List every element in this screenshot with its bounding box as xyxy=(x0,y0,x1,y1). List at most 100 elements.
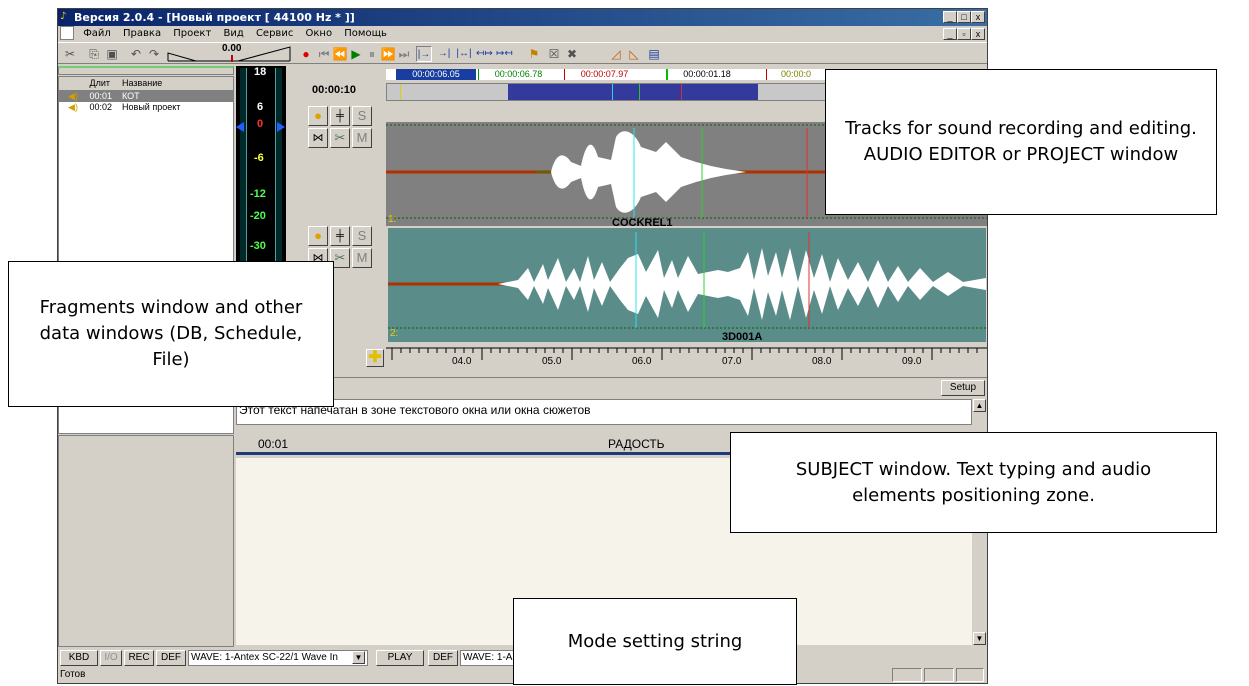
minimize-button[interactable]: _ xyxy=(943,11,957,23)
text-zone[interactable]: Этот текст напечатан в зоне текстового о… xyxy=(236,399,972,425)
join-icon[interactable]: ↦↤ xyxy=(496,46,513,62)
position-time: 00:00:10 xyxy=(312,84,357,96)
to-start-icon[interactable]: ⏮ xyxy=(316,46,332,62)
marker-4[interactable]: 00:00:01.18 xyxy=(666,69,746,80)
window-title: Версия 2.0.4 - [Новый проект [ 44100 Hz … xyxy=(74,11,355,24)
app-icon: ♪ xyxy=(60,11,67,22)
callout-tracks: Tracks for sound recording and editing. … xyxy=(825,69,1217,215)
fragment-row[interactable]: ◀) 00:02 Новый проект xyxy=(59,102,233,113)
select-range-icon[interactable]: |↔| xyxy=(456,46,472,62)
rewind-icon[interactable]: ⏪ xyxy=(332,46,348,62)
maximize-button[interactable]: □ xyxy=(957,11,971,23)
meter-tick-label: -6 xyxy=(254,152,264,164)
scroll-up-icon[interactable]: ▲ xyxy=(973,399,986,412)
track1-wave-button[interactable]: ⋈ xyxy=(308,128,328,148)
mdi-minimize-button[interactable]: _ xyxy=(943,28,957,40)
track-2[interactable]: 3D001A 2: xyxy=(386,226,987,344)
paste-icon[interactable]: ▣ xyxy=(104,46,120,62)
ruler-label: 09.0 xyxy=(902,356,922,367)
ruler-label: 08.0 xyxy=(812,356,832,367)
checkbox-icon[interactable]: ☒ xyxy=(546,46,562,62)
menu-bar: Файл Правка Проект Вид Сервис Окно Помощ… xyxy=(58,26,987,42)
overview-cursor-cyan xyxy=(612,84,613,100)
meter-marker-left xyxy=(236,122,244,132)
ruler-label: 07.0 xyxy=(722,356,742,367)
add-track-button[interactable]: ✚ xyxy=(366,349,384,367)
chevron-down-icon[interactable]: ▼ xyxy=(352,651,365,664)
meter-tick-label: 6 xyxy=(257,101,264,113)
menu-project[interactable]: Проект xyxy=(173,28,211,39)
ruler-label: 06.0 xyxy=(632,356,652,367)
menu-edit[interactable]: Правка xyxy=(123,28,161,39)
record-icon[interactable]: ● xyxy=(298,46,314,62)
track2-record-button[interactable]: ● xyxy=(308,226,328,246)
text-scrollbar[interactable]: ▲ xyxy=(973,399,986,429)
callout-subject: SUBJECT window. Text typing and audio el… xyxy=(730,432,1217,533)
track1-mute-button[interactable]: M xyxy=(352,128,372,148)
def-rec-button[interactable]: DEF xyxy=(156,650,186,666)
redo-icon[interactable]: ↷ xyxy=(146,46,162,62)
ruler-label: 04.0 xyxy=(452,356,472,367)
marker-1[interactable]: 00:00:06.05 xyxy=(396,69,476,80)
setup-button[interactable]: Setup xyxy=(941,380,985,396)
track1-volume-button[interactable]: ╪ xyxy=(330,106,350,126)
delete-icon[interactable]: ✖ xyxy=(564,46,580,62)
marker-3[interactable]: 00:00:07.97 xyxy=(564,69,644,80)
select-to-cursor-icon[interactable]: →| xyxy=(436,46,452,62)
col-duration[interactable]: Длит xyxy=(90,77,120,90)
io-button[interactable]: I/O xyxy=(100,650,122,666)
track2-mute-button[interactable]: M xyxy=(352,248,372,268)
rec-button[interactable]: REC xyxy=(124,650,154,666)
track1-solo-button[interactable]: S xyxy=(352,106,372,126)
wave-in-select[interactable]: WAVE: 1-Antex SC-22/1 Wave In xyxy=(188,650,368,666)
col-name[interactable]: Название xyxy=(122,78,162,88)
marker-2[interactable]: 00:00:06.78 xyxy=(478,69,558,80)
status-pane xyxy=(892,668,922,682)
to-end-icon[interactable]: ⏭ xyxy=(396,46,412,62)
kbd-button[interactable]: KBD xyxy=(60,650,98,666)
title-bar: ♪ Версия 2.0.4 - [Новый проект [ 44100 H… xyxy=(58,9,987,26)
overview-selection[interactable] xyxy=(508,84,758,100)
play-icon[interactable]: ▶ xyxy=(348,46,364,62)
status-pane xyxy=(924,668,954,682)
status-text: Готов xyxy=(60,669,86,680)
speaker-icon: ◀) xyxy=(68,91,78,101)
fade-out-icon[interactable]: ◺ xyxy=(626,46,642,62)
overview-cursor-yellow xyxy=(400,84,401,100)
play-mode-button[interactable]: PLAY xyxy=(376,650,424,666)
menu-service[interactable]: Сервис xyxy=(256,28,293,39)
callout-mode: Mode setting string xyxy=(513,598,797,685)
wave-out-select[interactable]: WAVE: 1-A xyxy=(460,650,520,666)
select-start-icon[interactable]: |→ xyxy=(416,46,432,62)
def-play-button[interactable]: DEF xyxy=(428,650,458,666)
mdi-restore-button[interactable]: ▫ xyxy=(957,28,971,40)
mix-icon[interactable]: ▤ xyxy=(646,46,662,62)
track2-solo-button[interactable]: S xyxy=(352,226,372,246)
marker-icon[interactable]: ⚑ xyxy=(526,46,542,62)
track2-volume-button[interactable]: ╪ xyxy=(330,226,350,246)
fast-forward-icon[interactable]: ⏩ xyxy=(380,46,396,62)
mdi-close-button[interactable]: x xyxy=(971,28,985,40)
menu-window[interactable]: Окно xyxy=(306,28,333,39)
close-button[interactable]: x xyxy=(971,11,985,23)
pause-icon[interactable]: ⏸ xyxy=(364,46,380,62)
track1-index: 1: xyxy=(388,214,396,225)
split-icon[interactable]: ↤↦ xyxy=(476,46,493,62)
menu-help[interactable]: Помощь xyxy=(344,28,387,39)
fade-in-icon[interactable]: ◿ xyxy=(608,46,624,62)
track1-fx-button[interactable]: ✂ xyxy=(330,128,350,148)
time-ruler[interactable]: 04.0 05.0 06.0 07.0 08.0 09.0 xyxy=(386,346,987,373)
menu-view[interactable]: Вид xyxy=(223,28,243,39)
cut-icon[interactable]: ✂ xyxy=(62,46,78,62)
meter-marker-right xyxy=(277,122,285,132)
undo-icon[interactable]: ↶ xyxy=(128,46,144,62)
scroll-down-icon[interactable]: ▼ xyxy=(973,632,986,645)
track2-index: 2: xyxy=(390,328,398,339)
level-slider[interactable]: 0.00 xyxy=(166,43,292,63)
overview-cursor-red xyxy=(681,84,682,100)
copy-icon[interactable]: ⎘ xyxy=(86,46,102,62)
menu-file[interactable]: Файл xyxy=(83,28,111,39)
track1-record-button[interactable]: ● xyxy=(308,106,328,126)
track2-waveform: 3D001A 2: xyxy=(388,232,986,343)
fragment-row[interactable]: ◀) 00:01 КОТ xyxy=(59,91,233,102)
